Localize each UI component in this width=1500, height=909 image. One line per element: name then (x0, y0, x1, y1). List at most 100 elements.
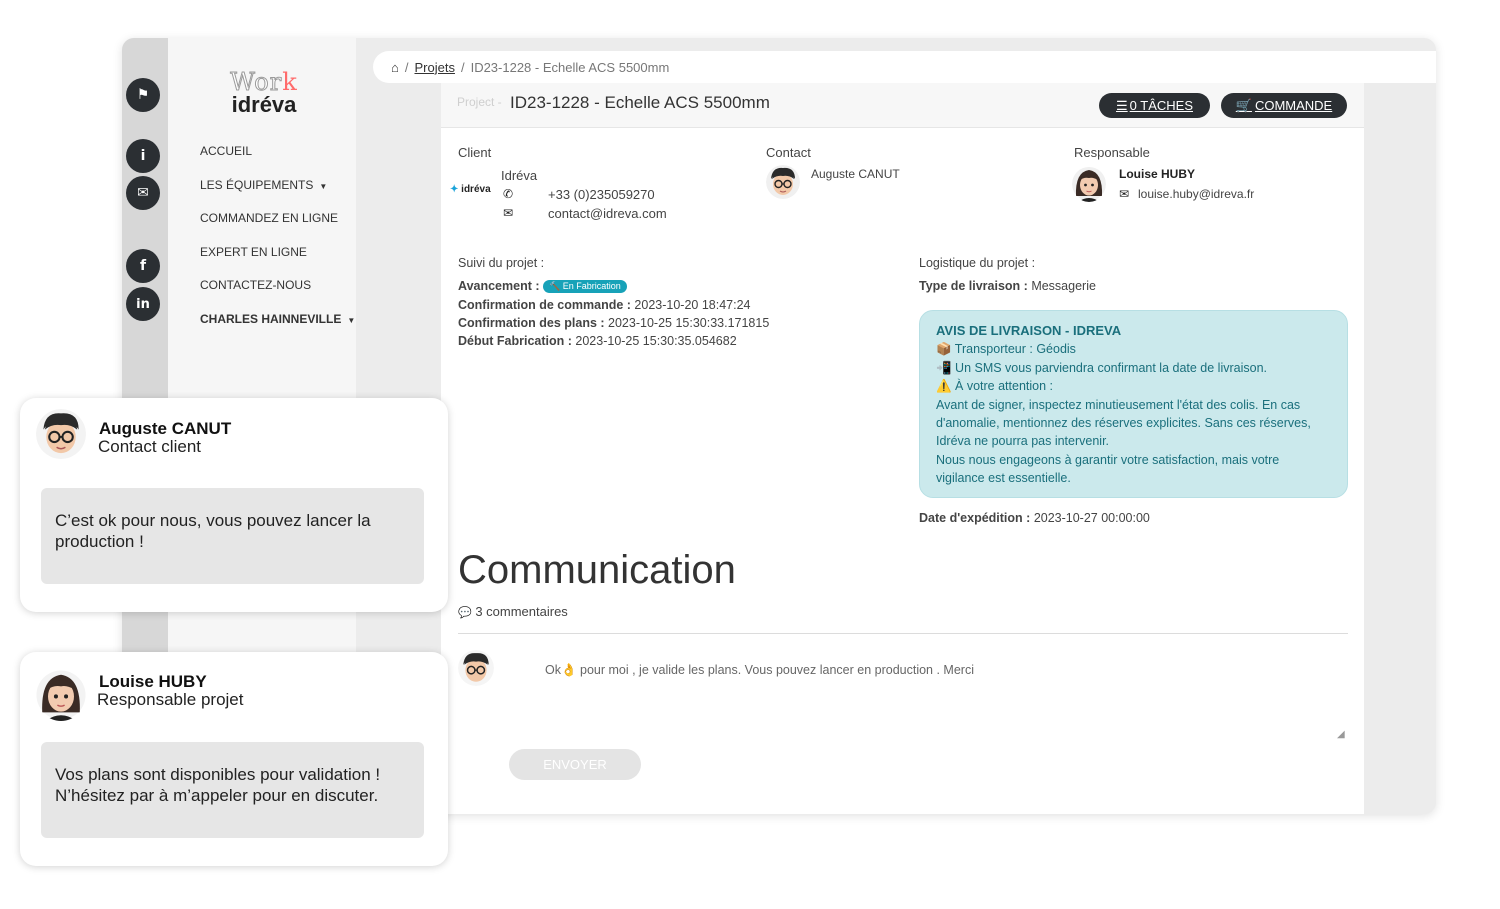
chat-author-role: Contact client (98, 437, 201, 456)
client-logo: ✦ idréva (450, 184, 491, 195)
right-gutter (1364, 83, 1436, 814)
caret-down-icon: ▼ (319, 181, 328, 191)
project-title: ID23-1228 - Echelle ACS 5500mm (510, 93, 770, 112)
expedition-value: 2023-10-27 00:00:00 (1033, 511, 1150, 525)
caret-down-icon: ▼ (347, 315, 356, 325)
cart-icon: 🛒 (1235, 97, 1252, 113)
home-icon[interactable]: ⌂ (391, 60, 399, 75)
comment-count: 💬 3 commentaires (458, 604, 568, 619)
order-button-label: COMMANDE (1254, 98, 1333, 113)
list-icon: ☰ (1116, 97, 1128, 113)
envelope-icon: ✉ (1119, 187, 1130, 201)
responsable-email: louise.huby@idreva.fr (1138, 187, 1255, 201)
delivery-notice-line: ⚠️ À votre attention : (936, 379, 1054, 394)
responsable-avatar (1072, 166, 1106, 202)
send-button[interactable]: ENVOYER (509, 749, 641, 780)
breadcrumb: ⌂ / Projets / ID23-1228 - Echelle ACS 55… (373, 51, 1436, 83)
phone-icon: ✆ (503, 187, 514, 201)
nav-item-expert[interactable]: EXPERT EN LIGNE (200, 244, 355, 278)
nav-item-accueil[interactable]: ACCUEIL (200, 143, 355, 177)
chat-card-responsable: Louise HUBY Responsable projet Vos plans… (20, 652, 448, 866)
debut-fabrication-label: Début Fabrication : (458, 334, 572, 348)
suivi-heading: Suivi du projet : (458, 256, 545, 270)
divider (458, 633, 1348, 634)
project-header: Project - ID23-1228 - Echelle ACS 5500mm… (441, 83, 1364, 128)
debut-fabrication-row: Début Fabrication : 2023-10-25 15:30:35.… (458, 334, 737, 348)
delivery-notice-line: 📦 Transporteur : Géodis (936, 342, 1076, 357)
chat-message: C’est ok pour nous, vous pouvez lancer l… (41, 488, 424, 584)
comments-icon: 💬 (458, 607, 472, 619)
tasks-button-label: 0 TÂCHES (1129, 98, 1193, 113)
logo[interactable]: Work idréva (224, 70, 304, 116)
order-button[interactable]: 🛒 COMMANDE (1221, 93, 1347, 118)
logo-brand: idréva (231, 92, 297, 117)
confirmation-commande-label: Confirmation de commande : (458, 298, 631, 312)
breadcrumb-current: ID23-1228 - Echelle ACS 5500mm (470, 59, 670, 75)
client-phone: +33 (0)235059270 (548, 187, 655, 202)
contact-heading: Contact (766, 145, 811, 160)
breadcrumb-projects-link[interactable]: Projets (414, 60, 454, 75)
livraison-type-value: Messagerie (1031, 279, 1096, 293)
comment-count-label: 3 commentaires (475, 604, 568, 619)
nav-label: ACCUEIL (200, 144, 253, 158)
delivery-notice-title: AVIS DE LIVRAISON - IDREVA (936, 323, 1122, 338)
tasks-button[interactable]: ☰ 0 TÂCHES (1099, 93, 1210, 118)
responsable-name: Louise HUBY (1119, 167, 1196, 181)
delivery-notice-line: Avant de signer, inspectez minutieusemen… (936, 397, 1311, 449)
chat-avatar-responsable (36, 669, 86, 721)
nav-label: EXPERT EN LIGNE (200, 244, 307, 259)
responsable-heading: Responsable (1074, 145, 1150, 160)
confirmation-plans-label: Confirmation des plans : (458, 316, 605, 330)
client-name: Idréva (501, 168, 538, 183)
debut-fabrication-value: 2023-10-25 15:30:35.054682 (575, 334, 737, 348)
project-panel: Project - ID23-1228 - Echelle ACS 5500mm… (441, 83, 1364, 814)
chat-author-role: Responsable projet (97, 690, 244, 709)
logistique-heading: Logistique du projet : (919, 256, 1036, 270)
confirmation-commande-row: Confirmation de commande : 2023-10-20 18… (458, 298, 751, 312)
avancement-row: Avancement : 🔨 En Fabrication (458, 279, 627, 294)
nav-item-equipements[interactable]: LES ÉQUIPEMENTS ▼ (200, 177, 355, 211)
envelope-icon[interactable]: ✉ (126, 176, 160, 210)
client-email: contact@idreva.com (548, 206, 667, 221)
flag-icon[interactable]: ⚑ (126, 78, 160, 112)
logo-work: Work (230, 68, 298, 96)
delivery-notice-line: 📲 Un SMS vous parviendra confirmant la d… (936, 360, 1267, 375)
nav-item-contact[interactable]: CONTACTEZ-NOUS (200, 277, 355, 311)
communication-title: Communication (458, 548, 736, 592)
facebook-icon[interactable]: f (126, 249, 160, 283)
nav-label: CONTACTEZ-NOUS (200, 278, 312, 292)
comment-author-avatar (458, 650, 494, 686)
envelope-icon: ✉ (503, 206, 514, 220)
linkedin-icon[interactable]: in (126, 287, 160, 321)
chat-author-name: Auguste CANUT (99, 419, 232, 438)
livraison-type-row: Type de livraison : Messagerie (919, 279, 1096, 293)
chat-author-name: Louise HUBY (99, 672, 207, 691)
expedition-row: Date d'expédition : 2023-10-27 00:00:00 (919, 511, 1150, 525)
project-label: Project - (457, 95, 502, 109)
nav-label: LES ÉQUIPEMENTS (200, 177, 314, 192)
info-icon[interactable]: i (126, 139, 160, 173)
comment-textarea[interactable]: Ok👌 pour moi , je valide les plans. Vous… (545, 663, 974, 678)
nav-item-commandez[interactable]: COMMANDEZ EN LIGNE (200, 210, 355, 244)
delivery-notice-line: Nous nous engageons à garantir votre sat… (936, 452, 1280, 486)
confirmation-commande-value: 2023-10-20 18:47:24 (634, 298, 751, 312)
confirmation-plans-row: Confirmation des plans : 2023-10-25 15:3… (458, 316, 769, 330)
expedition-label: Date d'expédition : (919, 511, 1031, 525)
confirmation-plans-value: 2023-10-25 15:30:33.171815 (608, 316, 770, 330)
livraison-type-label: Type de livraison : (919, 279, 1028, 293)
breadcrumb-separator: / (404, 59, 409, 75)
contact-name: Auguste CANUT (811, 167, 900, 181)
chat-avatar-contact (36, 409, 86, 459)
resize-handle-icon[interactable]: ◢ (1337, 729, 1345, 740)
status-badge: 🔨 En Fabrication (543, 280, 627, 294)
chat-message: Vos plans sont disponibles pour validati… (41, 742, 424, 838)
nav-label: CHARLES HAINNEVILLE (200, 311, 342, 326)
nav-label: COMMANDEZ EN LIGNE (200, 211, 339, 225)
breadcrumb-separator: / (460, 59, 465, 75)
chat-card-contact: Auguste CANUT Contact client C’est ok po… (20, 398, 448, 612)
nav-item-user[interactable]: CHARLES HAINNEVILLE ▼ (200, 311, 355, 345)
contact-avatar (766, 165, 800, 199)
delivery-notice: AVIS DE LIVRAISON - IDREVA 📦 Transporteu… (919, 310, 1348, 498)
main-nav: ACCUEIL LES ÉQUIPEMENTS ▼ COMMANDEZ EN LI… (200, 143, 355, 344)
avancement-label: Avancement : (458, 279, 540, 293)
